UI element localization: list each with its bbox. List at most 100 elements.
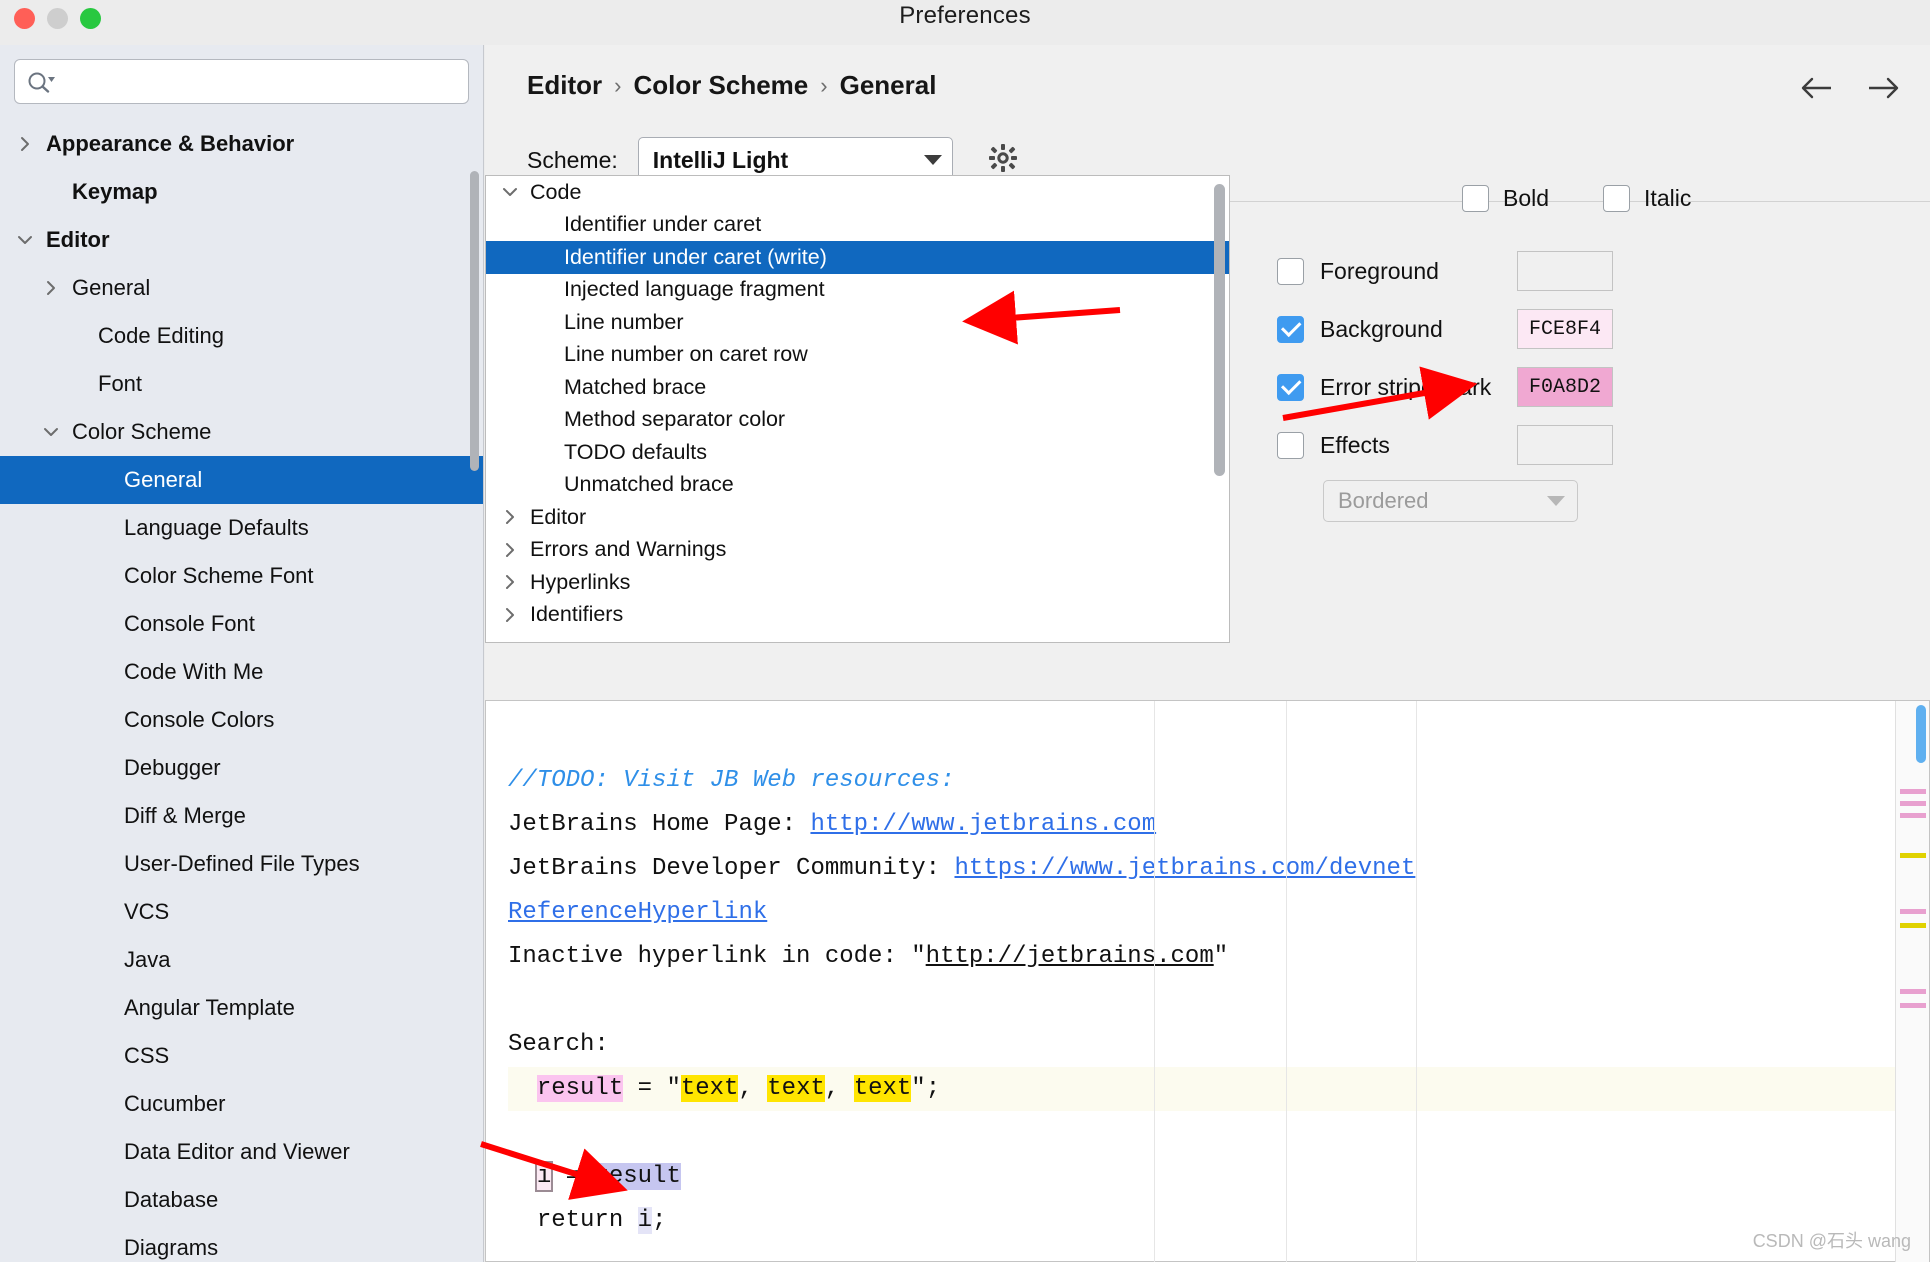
sidebar-item-general[interactable]: General bbox=[0, 264, 483, 312]
color-list-item-unmatched-brace[interactable]: Unmatched brace bbox=[486, 469, 1229, 502]
error-stripe-mark-checkbox-row[interactable]: Error stripe mark bbox=[1265, 373, 1517, 401]
code-text: "; bbox=[911, 1075, 941, 1102]
color-list-item-line-number[interactable]: Line number bbox=[486, 306, 1229, 339]
preview-scrollbar-thumb[interactable] bbox=[1916, 705, 1926, 763]
sidebar-item-diagrams[interactable]: Diagrams bbox=[0, 1224, 483, 1262]
sidebar-item-database[interactable]: Database bbox=[0, 1176, 483, 1224]
sidebar-item-console-colors[interactable]: Console Colors bbox=[0, 696, 483, 744]
color-list-scrollbar[interactable] bbox=[1214, 184, 1225, 476]
sidebar-item-cucumber[interactable]: Cucumber bbox=[0, 1080, 483, 1128]
chevron-right-icon[interactable] bbox=[498, 606, 522, 624]
color-list-item-label: Code bbox=[530, 179, 582, 204]
italic-checkbox-row[interactable]: Italic bbox=[1603, 185, 1691, 212]
effects-color-swatch[interactable] bbox=[1517, 425, 1613, 465]
code-text: , bbox=[824, 1075, 854, 1102]
sidebar-item-debugger[interactable]: Debugger bbox=[0, 744, 483, 792]
sidebar-item-css[interactable]: CSS bbox=[0, 1032, 483, 1080]
chevron-down-icon[interactable] bbox=[14, 229, 36, 251]
watermark: CSDN @石头 wang bbox=[1752, 1231, 1911, 1251]
sidebar-item-color-scheme-font[interactable]: Color Scheme Font bbox=[0, 552, 483, 600]
color-list-item-identifier-under-caret[interactable]: Identifier under caret bbox=[486, 209, 1229, 242]
sidebar-item-language-defaults[interactable]: Language Defaults bbox=[0, 504, 483, 552]
sidebar-item-code-with-me[interactable]: Code With Me bbox=[0, 648, 483, 696]
sidebar-item-color-scheme[interactable]: Color Scheme bbox=[0, 408, 483, 456]
foreground-color-swatch[interactable] bbox=[1517, 251, 1613, 291]
color-list-item-identifiers[interactable]: Identifiers bbox=[486, 599, 1229, 632]
chevron-right-icon[interactable] bbox=[14, 133, 36, 155]
chevron-right-icon[interactable] bbox=[498, 573, 522, 591]
devnet-link[interactable]: https://www.jetbrains.com/devnet bbox=[954, 855, 1415, 882]
chevron-right-icon[interactable] bbox=[498, 508, 522, 526]
sidebar-item-java[interactable]: Java bbox=[0, 936, 483, 984]
foreground-checkbox-row[interactable]: Foreground bbox=[1265, 257, 1517, 285]
background-checkbox[interactable] bbox=[1277, 315, 1304, 343]
search-match-token: text bbox=[680, 1075, 739, 1102]
chevron-down-icon[interactable] bbox=[498, 183, 522, 201]
color-list-item-errors-and-warnings[interactable]: Errors and Warnings bbox=[486, 534, 1229, 567]
gear-icon[interactable] bbox=[987, 141, 1021, 180]
error-stripe-mark-color-swatch[interactable]: F0A8D2 bbox=[1517, 367, 1613, 407]
chevron-down-icon[interactable] bbox=[40, 421, 62, 443]
search-match-token: text bbox=[853, 1075, 912, 1102]
background-color-swatch[interactable]: FCE8F4 bbox=[1517, 309, 1613, 349]
error-stripe-gutter[interactable] bbox=[1895, 701, 1929, 1262]
color-list-item-identifier-under-caret-write[interactable]: Identifier under caret (write) bbox=[486, 241, 1229, 274]
color-list-item-line-number-on-caret-row[interactable]: Line number on caret row bbox=[486, 339, 1229, 372]
effects-type-select[interactable]: Bordered bbox=[1323, 480, 1578, 522]
color-list-item-matched-brace[interactable]: Matched brace bbox=[486, 371, 1229, 404]
sidebar-item-label: CSS bbox=[124, 1043, 170, 1068]
sidebar-tree: Appearance & Behavior Keymap Editor General… bbox=[0, 120, 483, 1262]
breadcrumb-item-color-scheme[interactable]: Color Scheme bbox=[633, 70, 808, 101]
sidebar-item-keymap[interactable]: Keymap bbox=[0, 168, 483, 216]
back-arrow-icon[interactable] bbox=[1800, 73, 1834, 103]
jetbrains-home-link[interactable]: http://www.jetbrains.com bbox=[810, 811, 1156, 838]
error-stripe-mark bbox=[1900, 801, 1926, 806]
sidebar-item-user-defined-file-types[interactable]: User-Defined File Types bbox=[0, 840, 483, 888]
color-list-item-injected-language-fragment[interactable]: Injected language fragment bbox=[486, 274, 1229, 307]
effects-checkbox-row[interactable]: Effects bbox=[1265, 431, 1517, 459]
breadcrumb-item-general[interactable]: General bbox=[840, 70, 937, 101]
foreground-checkbox[interactable] bbox=[1277, 257, 1304, 285]
identifier-token: i bbox=[637, 1207, 653, 1234]
color-list-item-hyperlinks[interactable]: Hyperlinks bbox=[486, 566, 1229, 599]
forward-arrow-icon[interactable] bbox=[1866, 73, 1900, 103]
color-list-item-todo-defaults[interactable]: TODO defaults bbox=[486, 436, 1229, 469]
sidebar-item-label: Java bbox=[124, 947, 171, 972]
code-line: i = result bbox=[508, 1161, 681, 1192]
sidebar-item-data-editor-and-viewer[interactable]: Data Editor and Viewer bbox=[0, 1128, 483, 1176]
sidebar-item-font[interactable]: Font bbox=[0, 360, 483, 408]
bold-checkbox-row[interactable]: Bold bbox=[1462, 185, 1549, 212]
search-input[interactable] bbox=[55, 70, 468, 93]
result-write-token: result bbox=[536, 1075, 624, 1102]
sidebar-item-general[interactable]: General bbox=[0, 456, 483, 504]
sidebar-item-appearance-behavior[interactable]: Appearance & Behavior bbox=[0, 120, 483, 168]
sidebar-item-vcs[interactable]: VCS bbox=[0, 888, 483, 936]
sidebar-item-editor[interactable]: Editor bbox=[0, 216, 483, 264]
sidebar-scrollbar[interactable] bbox=[470, 171, 479, 471]
sidebar-item-console-font[interactable]: Console Font bbox=[0, 600, 483, 648]
sidebar-item-label: General bbox=[124, 467, 203, 492]
color-list-item-code[interactable]: Code bbox=[486, 176, 1229, 209]
color-list-item-method-separator-color[interactable]: Method separator color bbox=[486, 404, 1229, 437]
code-line: JetBrains Home Page: http://www.jetbrain… bbox=[508, 811, 1156, 838]
sidebar-item-diff-merge[interactable]: Diff & Merge bbox=[0, 792, 483, 840]
italic-checkbox[interactable] bbox=[1603, 185, 1631, 212]
bold-checkbox[interactable] bbox=[1462, 185, 1489, 212]
reference-hyperlink[interactable]: ReferenceHyperlink bbox=[508, 899, 767, 926]
sidebar-item-angular-template[interactable]: Angular Template bbox=[0, 984, 483, 1032]
sidebar-item-code-editing[interactable]: Code Editing bbox=[0, 312, 483, 360]
breadcrumb-item-editor[interactable]: Editor bbox=[527, 70, 602, 101]
background-checkbox-row[interactable]: Background bbox=[1265, 315, 1517, 343]
code-preview[interactable]: //TODO: Visit JB Web resources: JetBrain… bbox=[485, 700, 1930, 1262]
effects-checkbox[interactable] bbox=[1277, 431, 1304, 459]
color-list-item-editor[interactable]: Editor bbox=[486, 501, 1229, 534]
chevron-right-icon[interactable] bbox=[40, 277, 62, 299]
search-box[interactable] bbox=[14, 59, 469, 104]
error-stripe-mark-checkbox[interactable] bbox=[1277, 373, 1304, 401]
chevron-right-icon[interactable] bbox=[498, 541, 522, 559]
color-list-item-label: TODO defaults bbox=[564, 439, 707, 464]
